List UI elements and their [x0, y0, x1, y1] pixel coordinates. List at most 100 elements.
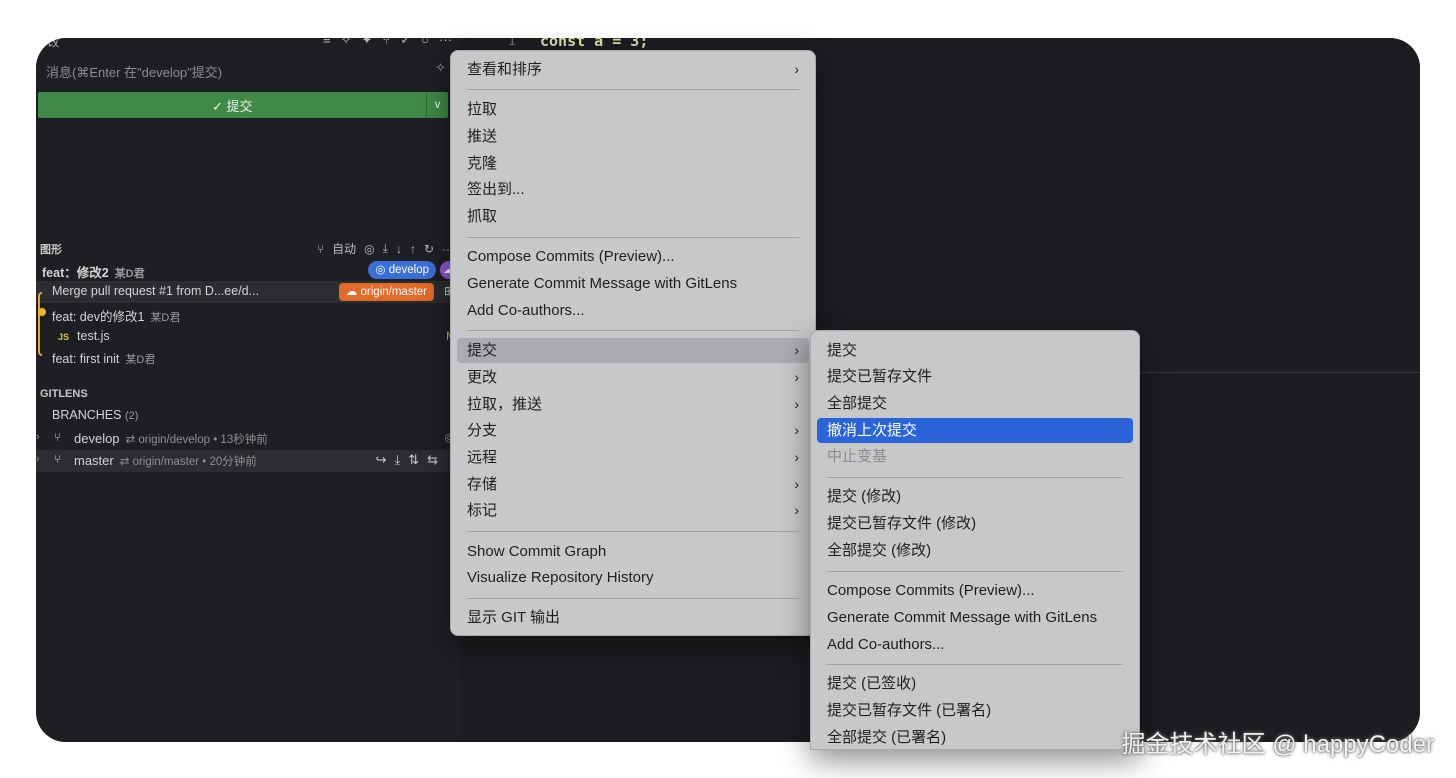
menu-separator — [827, 477, 1123, 478]
branch-badge-develop[interactable]: ◎ develop — [368, 261, 436, 279]
check-icon[interactable]: ✓ — [400, 38, 411, 48]
commit-button[interactable]: ✓ 提交 ∨ — [38, 92, 448, 118]
menu-separator — [827, 571, 1123, 572]
chevron-right-icon[interactable]: › — [36, 453, 40, 465]
branch-badge-origin-master[interactable]: ☁ origin/master — [338, 283, 434, 301]
menu-item-remote[interactable]: 远程 › — [457, 445, 809, 470]
branch-item-develop[interactable]: › ⑂ develop⇄ origin/develop • 13秒钟前 ◎ — [36, 428, 460, 450]
branch-time: 20分钟前 — [209, 456, 257, 468]
generate-message-icon[interactable]: ✧ — [435, 60, 446, 76]
submenu-item-commit-signed-off[interactable]: 提交 (已签收) — [817, 671, 1133, 696]
graph-row[interactable]: feat: dev的修改1 某D君 — [36, 303, 460, 325]
chevron-right-icon: › — [794, 502, 799, 518]
menu-item-visualize-history[interactable]: Visualize Repository History — [457, 565, 809, 590]
pull-icon[interactable]: ↓ — [396, 242, 402, 256]
chevron-right-icon: › — [794, 369, 799, 385]
chevron-right-icon: › — [794, 449, 799, 465]
commit-author: 某D君 — [114, 268, 145, 280]
menu-separator — [467, 237, 799, 238]
gitlens-section-header[interactable]: GITLENS — [40, 388, 88, 400]
menu-separator — [467, 531, 799, 532]
list-icon[interactable]: ≡ — [323, 38, 331, 48]
branch-icon[interactable]: ⑂ — [382, 38, 390, 48]
menu-item-stash[interactable]: 存储 › — [457, 472, 809, 497]
push-icon[interactable]: ↑ — [410, 242, 416, 256]
refresh-icon[interactable]: ○ — [421, 38, 429, 48]
submenu-item-commit-all-signed[interactable]: 全部提交 (已署名) — [817, 725, 1133, 750]
menu-item-show-git-output[interactable]: 显示 GIT 输出 — [457, 605, 809, 630]
submenu-item-commit-staged-amend[interactable]: 提交已暂存文件 (修改) — [817, 511, 1133, 536]
menu-item-pull[interactable]: 拉取 — [457, 97, 809, 122]
submenu-item-generate-message[interactable]: Generate Commit Message with GitLens — [817, 605, 1133, 630]
menu-item-changes[interactable]: 更改 › — [457, 365, 809, 390]
submenu-item-commit-amend[interactable]: 提交 (修改) — [817, 484, 1133, 509]
submenu-item-add-coauthors[interactable]: Add Co-authors... — [817, 632, 1133, 657]
chevron-right-icon: › — [794, 61, 799, 77]
menu-item-add-coauthors[interactable]: Add Co-authors... — [457, 298, 809, 323]
submenu-item-undo-last-commit[interactable]: 撤消上次提交 — [817, 418, 1133, 443]
branch-name: develop — [74, 431, 120, 446]
submenu-item-commit-staged[interactable]: 提交已暂存文件 — [817, 364, 1133, 389]
branches-count: (2) — [124, 410, 139, 422]
graph-auto-label[interactable]: 自动 — [332, 240, 356, 257]
branch-upstream: origin/master — [132, 456, 200, 468]
branch-time: 13秒钟前 — [220, 434, 268, 446]
pull-request-icon[interactable]: ⇅ — [408, 452, 419, 468]
menu-separator — [467, 89, 799, 90]
branch-icon: ⑂ — [54, 452, 62, 466]
menu-item-generate-message[interactable]: Generate Commit Message with GitLens — [457, 271, 809, 296]
submenu-item-commit[interactable]: 提交 — [817, 338, 1133, 363]
chevron-right-icon[interactable]: › — [36, 431, 40, 443]
branches-header[interactable]: BRANCHES (2) — [36, 405, 460, 427]
menu-item-push[interactable]: 推送 — [457, 124, 809, 149]
switch-icon[interactable]: ↪ — [376, 452, 387, 468]
menu-item-clone[interactable]: 克隆 — [457, 151, 809, 176]
scm-title: 改 — [48, 38, 59, 49]
graph-row[interactable]: Merge pull request #1 from D...ee/d... ☁… — [36, 281, 460, 303]
sparkle-plus-icon[interactable]: ✦ — [362, 38, 373, 48]
menu-item-view-sort[interactable]: 查看和排序 › — [457, 57, 809, 82]
menu-separator — [827, 664, 1123, 665]
submenu-item-commit-staged-signed[interactable]: 提交已暂存文件 (已署名) — [817, 698, 1133, 723]
menu-item-show-commit-graph[interactable]: Show Commit Graph — [457, 539, 809, 564]
graph-row[interactable]: feat: first init 某D君 — [36, 348, 460, 370]
merge-icon[interactable]: ⤓ — [394, 452, 400, 468]
chevron-right-icon: › — [794, 342, 799, 358]
compare-icon[interactable]: ⇆ — [427, 452, 438, 468]
refresh-icon[interactable]: ↻ — [424, 242, 434, 256]
graph-row[interactable]: feat：修改2 某D君 ◎ develop ☁ — [36, 259, 460, 281]
submenu-item-commit-all-amend[interactable]: 全部提交 (修改) — [817, 538, 1133, 563]
commit-message: feat: dev的修改1 — [52, 310, 145, 324]
sparkle-icon[interactable]: ✧ — [341, 38, 352, 48]
menu-item-pull-push[interactable]: 拉取，推送 › — [457, 392, 809, 417]
submenu-item-commit-all[interactable]: 全部提交 — [817, 391, 1133, 416]
commit-message-input[interactable]: 消息(⌘Enter 在"develop"提交) ✧ — [40, 56, 452, 84]
more-icon[interactable]: ··· — [439, 38, 452, 48]
menu-item-branch[interactable]: 分支 › — [457, 418, 809, 443]
branch-item-master[interactable]: › ⑂ master ⇄ origin/master • 20分钟前 ↪ ⤓ ⇅ … — [36, 450, 460, 472]
commit-button-label: ✓ 提交 — [212, 99, 253, 114]
code-line[interactable]: const a = 3; — [540, 38, 648, 50]
branch-filter-icon[interactable]: ⑂ — [317, 242, 324, 256]
graph-file-row[interactable]: JStest.js M — [36, 326, 460, 348]
branch-icon: ⑂ — [54, 430, 62, 444]
chevron-down-icon[interactable]: ∨ — [426, 92, 448, 118]
graph-section-header[interactable]: 图形 — [40, 241, 62, 257]
menu-separator — [467, 330, 799, 331]
menu-item-tags[interactable]: 标记 › — [457, 498, 809, 523]
menu-item-commit[interactable]: 提交 › — [457, 338, 809, 363]
chevron-right-icon: › — [794, 476, 799, 492]
commit-message: feat: first init — [52, 352, 120, 366]
fetch-icon[interactable]: ⤓ — [383, 241, 388, 256]
scm-more-actions-menu: 查看和排序 › 拉取 推送 克隆 签出到... 抓取 Compose Commit… — [450, 50, 816, 636]
target-icon[interactable]: ◎ — [364, 242, 374, 256]
submenu-item-compose-commits[interactable]: Compose Commits (Preview)... — [817, 578, 1133, 603]
branch-name: master — [74, 453, 114, 468]
menu-item-checkout[interactable]: 签出到... — [457, 177, 809, 202]
menu-item-compose-commits[interactable]: Compose Commits (Preview)... — [457, 244, 809, 269]
commit-author: 某D君 — [150, 312, 181, 324]
menu-item-fetch[interactable]: 抓取 — [457, 204, 809, 229]
commit-message: Merge pull request #1 from D...ee/d... — [52, 284, 260, 298]
graph-toolbar: ⑂ 自动 ◎ ⤓ ↓ ↑ ↻ ··· — [317, 240, 454, 257]
commit-message: feat：修改2 — [42, 266, 109, 280]
